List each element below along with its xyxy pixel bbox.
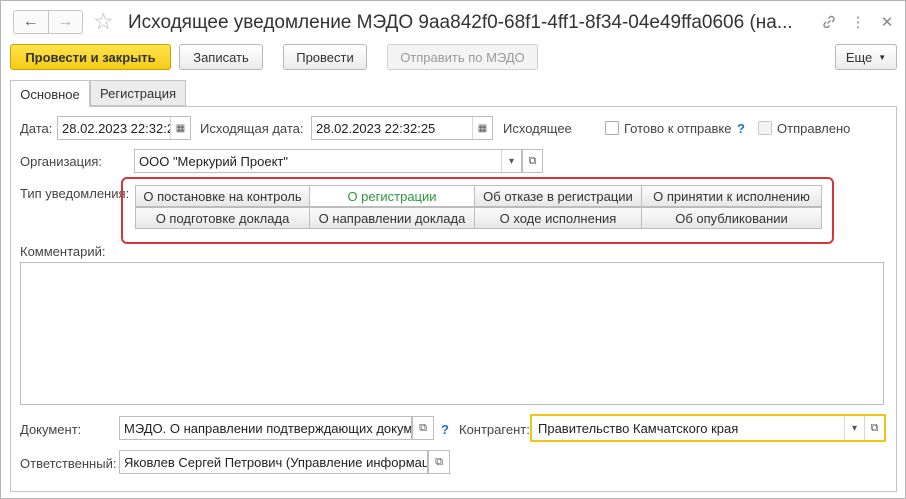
dropdown-arrow-icon[interactable]: ▾ bbox=[844, 416, 864, 440]
outgoing-date-field[interactable]: 28.02.2023 22:32:25 ▦ bbox=[311, 116, 493, 140]
responsible-value: Яковлев Сергей Петрович (Управление инфо… bbox=[124, 454, 427, 470]
type-option-control[interactable]: О постановке на контроль bbox=[135, 185, 310, 207]
ready-to-send-checkbox[interactable] bbox=[605, 121, 619, 135]
contractor-field[interactable]: Правительство Камчатского края ▾ ⧉ bbox=[530, 414, 886, 442]
arrow-right-icon[interactable]: → bbox=[47, 11, 83, 33]
close-icon[interactable]: ✕ bbox=[877, 12, 897, 32]
tab-main[interactable]: Основное bbox=[10, 80, 90, 107]
ready-to-send-label: Готово к отправке bbox=[624, 121, 732, 136]
type-option-report-preparation[interactable]: О подготовке доклада bbox=[135, 207, 310, 229]
sent-checkbox[interactable] bbox=[758, 121, 772, 135]
type-option-progress[interactable]: О ходе исполнения bbox=[474, 207, 642, 229]
navigation-buttons: ← → bbox=[13, 10, 83, 34]
dropdown-arrow-icon[interactable]: ▾ bbox=[501, 150, 521, 172]
more-button[interactable]: Еще ▼ bbox=[835, 44, 897, 70]
organization-value: ООО "Меркурий Проект" bbox=[139, 153, 288, 169]
responsible-field[interactable]: Яковлев Сергей Петрович (Управление инфо… bbox=[119, 450, 428, 474]
more-label: Еще bbox=[845, 49, 873, 65]
date-label: Дата: bbox=[20, 121, 53, 136]
favorite-star-icon[interactable]: ☆ bbox=[93, 7, 114, 35]
more-vertical-icon[interactable]: ⋮ bbox=[848, 12, 868, 32]
responsible-label: Ответственный: bbox=[20, 456, 117, 471]
post-button[interactable]: Провести bbox=[283, 44, 367, 70]
link-icon[interactable] bbox=[819, 12, 839, 32]
document-value: МЭДО. О направлении подтверждающих докум… bbox=[124, 420, 411, 436]
dropdown-arrow-icon: ▼ bbox=[878, 52, 887, 62]
direction-text: Исходящее bbox=[503, 121, 572, 136]
help-icon[interactable]: ? bbox=[737, 121, 745, 136]
post-and-close-button[interactable]: Провести и закрыть bbox=[10, 44, 171, 70]
open-icon[interactable]: ⧉ bbox=[522, 149, 543, 173]
save-button[interactable]: Записать bbox=[179, 44, 263, 70]
organization-label: Организация: bbox=[20, 154, 103, 169]
notification-type-label: Тип уведомления: bbox=[20, 186, 130, 201]
date-value: 28.02.2023 22:32:25 bbox=[62, 120, 170, 136]
type-option-publication[interactable]: Об опубликовании bbox=[641, 207, 822, 229]
contractor-label: Контрагент: bbox=[459, 422, 530, 437]
help-icon[interactable]: ? bbox=[441, 422, 449, 437]
open-icon[interactable]: ⧉ bbox=[412, 416, 434, 440]
document-label: Документ: bbox=[20, 422, 82, 437]
outgoing-date-label: Исходящая дата: bbox=[200, 121, 304, 136]
type-option-acceptance[interactable]: О принятии к исполнению bbox=[641, 185, 822, 207]
sent-label: Отправлено bbox=[777, 121, 851, 136]
calendar-icon[interactable]: ▦ bbox=[170, 117, 190, 139]
window-title: Исходящее уведомление МЭДО 9aa842f0-68f1… bbox=[128, 12, 793, 33]
open-icon[interactable]: ⧉ bbox=[864, 416, 884, 440]
arrow-left-icon[interactable]: ← bbox=[14, 11, 48, 33]
form-window: ← → ☆ Исходящее уведомление МЭДО 9aa842f… bbox=[0, 0, 906, 499]
type-option-registration[interactable]: О регистрации bbox=[309, 185, 475, 207]
organization-field[interactable]: ООО "Меркурий Проект" ▾ bbox=[134, 149, 522, 173]
comment-label: Комментарий: bbox=[20, 244, 106, 259]
open-icon[interactable]: ⧉ bbox=[428, 450, 450, 474]
tab-registration[interactable]: Регистрация bbox=[90, 80, 186, 106]
document-field[interactable]: МЭДО. О направлении подтверждающих докум… bbox=[119, 416, 412, 440]
calendar-icon[interactable]: ▦ bbox=[472, 117, 492, 139]
type-option-refusal[interactable]: Об отказе в регистрации bbox=[474, 185, 642, 207]
outgoing-date-value: 28.02.2023 22:32:25 bbox=[316, 120, 436, 136]
date-field[interactable]: 28.02.2023 22:32:25 ▦ bbox=[57, 116, 191, 140]
contractor-value: Правительство Камчатского края bbox=[538, 420, 739, 436]
send-medo-button[interactable]: Отправить по МЭДО bbox=[387, 44, 538, 70]
comment-textarea[interactable] bbox=[20, 262, 884, 405]
type-option-report-sending[interactable]: О направлении доклада bbox=[309, 207, 475, 229]
